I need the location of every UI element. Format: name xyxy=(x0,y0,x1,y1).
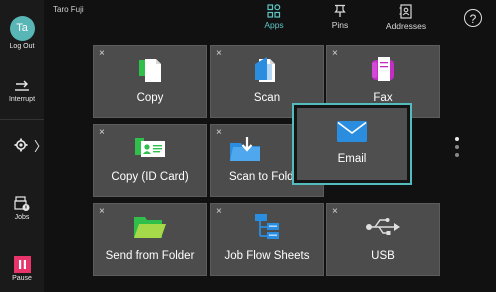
page-indicator[interactable] xyxy=(455,137,461,161)
app-tile-email[interactable]: Email xyxy=(292,103,412,185)
fax-icon xyxy=(327,56,439,82)
pause-button[interactable]: Pause xyxy=(0,256,44,282)
interrupt-label: Interrupt xyxy=(8,96,36,103)
jobs-button[interactable]: Jobs xyxy=(0,196,44,221)
tab-apps[interactable]: Apps xyxy=(244,4,304,30)
interrupt-button[interactable]: Interrupt xyxy=(0,80,44,103)
app-tile-usb[interactable]: × USB xyxy=(326,203,440,276)
page-dot xyxy=(455,153,459,157)
app-tile-label: Copy (ID Card) xyxy=(111,171,189,183)
app-tile-label: USB xyxy=(371,250,395,262)
jobs-icon xyxy=(0,196,44,212)
tab-pins-label: Pins xyxy=(331,20,349,30)
user-avatar: Ta xyxy=(9,16,35,41)
app-tile-label: Email xyxy=(337,153,367,165)
copy-icon xyxy=(94,56,206,82)
app-tile-send-from-folder[interactable]: × Send from Folder xyxy=(93,203,207,276)
interrupt-icon xyxy=(0,80,44,94)
folder-icon xyxy=(94,214,206,240)
apps-grid-icon xyxy=(244,4,304,18)
app-tile-job-flow-sheets[interactable]: × Job Flow Sheets xyxy=(210,203,324,276)
page-dot-active xyxy=(455,137,459,141)
app-tile-label: Copy xyxy=(136,92,164,104)
job-flow-icon xyxy=(211,214,323,240)
tab-apps-label: Apps xyxy=(264,20,284,30)
jobs-label: Jobs xyxy=(14,214,30,221)
usb-icon xyxy=(327,214,439,240)
app-tile-email-body: Email xyxy=(297,108,407,180)
logout-button[interactable]: Ta Log Out xyxy=(0,16,44,50)
pause-icon xyxy=(0,256,44,273)
logout-label: Log Out xyxy=(9,43,35,50)
page-dot xyxy=(455,145,459,149)
pause-label: Pause xyxy=(12,275,32,282)
tab-pins[interactable]: Pins xyxy=(310,4,370,30)
app-tile-label: Send from Folder xyxy=(105,250,195,262)
left-rail: Ta Log Out Interrupt 〉 Jobs Pause xyxy=(0,0,48,292)
pin-icon xyxy=(310,4,370,18)
scan-to-folder-icon xyxy=(189,135,301,161)
tab-addresses[interactable]: Addresses xyxy=(376,4,436,31)
app-tile-label: Job Flow Sheets xyxy=(224,250,310,262)
user-name: Taro Fuji xyxy=(53,5,84,14)
email-icon xyxy=(297,121,407,142)
address-book-icon xyxy=(376,4,436,19)
app-tile-copy[interactable]: × Copy xyxy=(93,45,207,118)
gear-icon xyxy=(14,138,28,157)
tab-addresses-label: Addresses xyxy=(385,21,427,31)
rail-divider xyxy=(0,119,44,120)
chevron-right-icon: 〉 xyxy=(34,139,48,154)
help-button[interactable]: ? xyxy=(464,9,482,27)
scan-icon xyxy=(211,56,323,82)
